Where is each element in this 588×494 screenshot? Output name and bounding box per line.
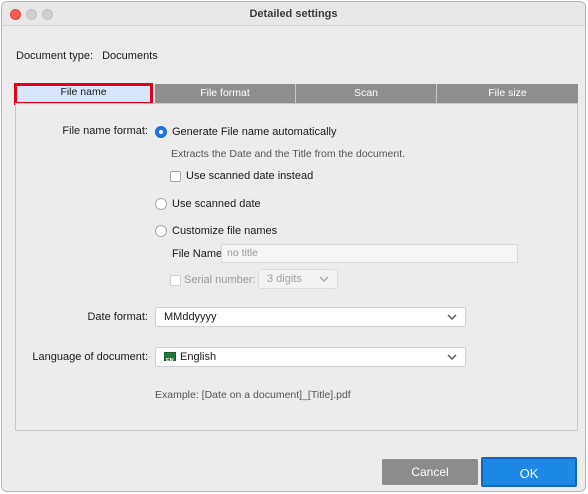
date-format-label: Date format: [87, 311, 148, 323]
use-scanned-date-instead-label[interactable]: Use scanned date instead [186, 170, 313, 182]
tab-scan[interactable]: Scan [296, 84, 437, 103]
serial-number-select[interactable]: 3 digits [258, 269, 338, 289]
language-label: Language of document: [32, 351, 148, 363]
serial-number-checkbox[interactable] [170, 275, 181, 286]
language-select[interactable]: English [155, 347, 466, 370]
option-generate-automatically-label[interactable]: Generate File name automatically [172, 126, 336, 138]
document-type-label: Document type: [16, 50, 94, 62]
date-format-select[interactable]: MMddyyyy [155, 307, 466, 327]
chevron-down-icon [447, 354, 457, 360]
window-title: Detailed settings [249, 8, 338, 20]
button-bar: Cancel OK [2, 447, 585, 491]
serial-number-value: 3 digits [267, 273, 302, 285]
file-name-input[interactable]: no title [221, 244, 518, 263]
settings-tabs: File format Scan File size File name [14, 83, 578, 105]
chevron-down-icon [319, 276, 329, 282]
option-use-scanned-date-label[interactable]: Use scanned date [172, 198, 261, 210]
radio-generate-automatically[interactable] [155, 126, 167, 138]
use-scanned-date-instead-checkbox[interactable] [170, 171, 181, 182]
detailed-settings-window: Detailed settings Document type: Documen… [1, 1, 586, 492]
language-value: English [180, 351, 217, 363]
serial-number-label: Serial number: [184, 274, 256, 286]
tab-file-size[interactable]: File size [437, 84, 578, 103]
document-type-value: Documents [102, 50, 158, 62]
file-name-format-label: File name format: [62, 125, 148, 137]
date-format-value: MMddyyyy [164, 311, 217, 323]
file-name-panel: File name format: Generate File name aut… [15, 103, 578, 431]
tab-file-format[interactable]: File format [155, 84, 296, 103]
file-name-field-label: File Name: [172, 248, 226, 260]
title-bar: Detailed settings [2, 2, 585, 26]
language-flag-icon [164, 352, 176, 370]
cancel-button[interactable]: Cancel [382, 459, 478, 485]
radio-use-scanned-date[interactable] [155, 198, 167, 210]
document-type: Document type: Documents [16, 50, 158, 62]
radio-customize-file-names[interactable] [155, 225, 167, 237]
chevron-down-icon [447, 314, 457, 320]
option-customize-file-names-label[interactable]: Customize file names [172, 225, 277, 237]
auto-description: Extracts the Date and the Title from the… [171, 148, 406, 160]
filename-example: Example: [Date on a document]_[Title].pd… [155, 389, 351, 401]
tab-file-name[interactable]: File name [14, 83, 153, 105]
ok-button[interactable]: OK [481, 457, 577, 487]
